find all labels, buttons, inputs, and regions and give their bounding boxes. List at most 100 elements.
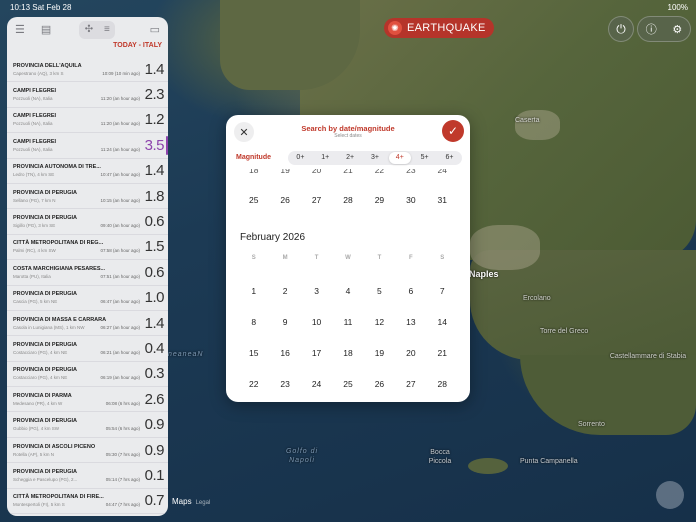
calendar-day[interactable]: 29 [364,195,395,205]
calendar-day[interactable]: 26 [269,195,300,205]
earthquake-badge[interactable]: ✺ EARTHQUAKE [384,18,494,38]
share-button[interactable]: ⏻ [608,16,634,42]
list-item[interactable]: CITTÀ METROPOLITANA DI REG... Palmi (RC),… [7,235,168,261]
calendar-day[interactable]: 24 [301,379,332,389]
list-item[interactable]: PROVINCIA DI PERUGIA Cascia (PG), 5 km NE… [7,286,168,311]
list-item-text: PROVINCIA DI PERUGIA Scheggia e Pascelupo… [13,468,140,483]
calendar-day[interactable]: 21 [332,169,363,175]
calendar-day[interactable]: 24 [427,169,458,175]
calendar-day[interactable]: 31 [427,195,458,205]
calendar-day[interactable]: 28 [427,379,458,389]
list-item-details: Medesano (PR), 4 km W 06:08 (6 hrs ago) [13,400,140,407]
calendar-day[interactable]: 11 [332,317,363,327]
calendar-day[interactable]: 17 [301,348,332,358]
magnitude-option[interactable]: 1+ [314,152,336,164]
list-item[interactable]: PROVINCIA DELL'AQUILA Capestrano (AQ), 3 … [7,57,168,83]
list-item[interactable]: PROVINCIA DI PERUGIA Sigillo (PG), 3 km S… [7,209,168,235]
magnitude-option[interactable]: 2+ [339,152,361,164]
list-item-text: PROVINCIA DI PERUGIA Costacciaro (PG), 4 … [13,341,140,356]
weekday-label: T [314,255,319,261]
calendar-day[interactable]: 13 [395,317,426,327]
document-icon[interactable]: ▤ [41,23,51,36]
calendar-day[interactable]: 30 [395,195,426,205]
magnitude-option[interactable]: 6+ [438,152,460,164]
list-item[interactable]: PROVINCIA DI PERUGIA Scheggia e Pascelupo… [7,463,168,489]
urban-area [470,225,540,270]
calendar-week: 1234567 [238,286,458,296]
magnitude-option[interactable]: 4+ [388,151,411,164]
calendar-week-prev: 25 26 27 28 29 30 31 [238,195,458,205]
calendar-day[interactable]: 5 [364,286,395,296]
calendar-day[interactable]: 4 [332,286,363,296]
list-item-location: PROVINCIA DI PERUGIA [13,468,77,475]
calendar-day[interactable]: 16 [269,348,300,358]
magnitude-label: Magnitude [236,154,271,161]
list-item-magnitude: 2.3 [144,86,165,104]
calendar-day[interactable]: 23 [269,379,300,389]
calendar-day[interactable]: 21 [427,348,458,358]
maps-attribution[interactable]: Maps Legal [172,497,210,506]
list-item[interactable]: PROVINCIA DI PERUGIA Costacciaro (PG), 4 … [7,362,168,388]
calendar-day[interactable]: 28 [332,195,363,205]
list-item-place: Sigillo (PG), 3 km SE [13,223,56,229]
sidebar-toggle-icon[interactable]: ▭ [150,23,160,36]
calendar-day[interactable]: 10 [301,317,332,327]
list-item[interactable]: PROVINCIA DI ASCOLI PICENO Rotella (AP), … [7,438,168,464]
list-item[interactable]: CAMPI FLEGREI Pozzuoli (NA), Italia 11:24 … [7,133,168,159]
calendar-day[interactable]: 14 [427,317,458,327]
calendar-day[interactable]: 18 [238,169,269,175]
list-item[interactable]: CAMPI FLEGREI Pozzuoli (NA), Italia 11:20 … [7,108,168,134]
list-item[interactable]: PROVINCIA DI PERUGIA Costacciaro (PG), 4 … [7,336,168,362]
calendar-day[interactable]: 22 [238,379,269,389]
calendar-day[interactable]: 9 [269,317,300,327]
calendar-day[interactable]: 25 [238,195,269,205]
list-item[interactable]: PROVINCIA AUTONOMA DI TRE... Ledro (TN), … [7,159,168,184]
confirm-button[interactable]: ✓ [442,120,464,142]
calendar-day[interactable]: 19 [364,348,395,358]
calendar-day[interactable]: 12 [364,317,395,327]
popover-subtitle: Select dates [334,133,362,139]
list-item[interactable]: PROVINCIA DI PARMA Medesano (PR), 4 km W 0… [7,387,168,413]
list-item[interactable]: PROVINCIA DI PERUGIA Sellano (PG), 7 km N… [7,184,168,210]
calendar-day[interactable]: 6 [395,286,426,296]
calendar-day[interactable]: 22 [364,169,395,175]
list-icon[interactable]: ≡ [104,24,110,35]
calendar-day[interactable]: 20 [395,348,426,358]
calendar-day[interactable]: 7 [427,286,458,296]
magnitude-option[interactable]: 5+ [414,152,436,164]
calendar-day[interactable]: 1 [238,286,269,296]
legal-link[interactable]: Legal [196,500,211,506]
close-button[interactable]: ✕ [234,122,254,142]
calendar-day[interactable]: 3 [301,286,332,296]
calendar-day[interactable]: 23 [395,169,426,175]
calendar-day[interactable]: 25 [332,379,363,389]
calendar-day[interactable]: 19 [269,169,300,175]
calendar-day[interactable]: 26 [364,379,395,389]
list-item-text: PROVINCIA DI PARMA Medesano (PR), 4 km W 0… [13,392,140,407]
calendar-day[interactable]: 2 [269,286,300,296]
list-item[interactable]: CITTÀ METROPOLITANA DI FIRE... Montespert… [7,489,168,515]
calendar-day[interactable]: 18 [332,348,363,358]
list-item-time: 06:21 (an hour ago) [100,349,140,355]
calendar-day[interactable]: 8 [238,317,269,327]
view-toggle[interactable]: ✣ ≡ [79,20,116,39]
list-item[interactable]: COSTA MARCHIGIANA PESARES... Marotta (PU)… [7,260,168,286]
list-item-time: 09:40 (an hour ago) [100,223,140,229]
weekday-label: S [440,255,445,261]
map-label-ercolano: Ercolano [523,295,551,302]
calendar-day[interactable]: 15 [238,348,269,358]
settings-icon[interactable]: ⚙ [672,23,682,36]
info-icon[interactable]: ⓘ [646,21,657,37]
location-button[interactable] [656,481,684,509]
globe-icon[interactable]: ✣ [85,24,93,35]
calendar-day[interactable]: 20 [301,169,332,175]
list-item-location: CITTÀ METROPOLITANA DI REG... [13,240,104,247]
magnitude-option[interactable]: 0+ [289,152,311,164]
calendar-day[interactable]: 27 [395,379,426,389]
filter-icon[interactable]: ☰ [15,23,25,36]
calendar-day[interactable]: 27 [301,195,332,205]
magnitude-option[interactable]: 3+ [364,152,386,164]
list-item[interactable]: PROVINCIA DI MASSA E CARRARA Casola in Lu… [7,311,168,337]
list-item[interactable]: CAMPI FLEGREI Pozzuoli (NA), Italia 11:20 … [7,82,168,108]
list-item[interactable]: PROVINCIA DI PERUGIA Gubbio (PG), 4 km SW… [7,412,168,438]
